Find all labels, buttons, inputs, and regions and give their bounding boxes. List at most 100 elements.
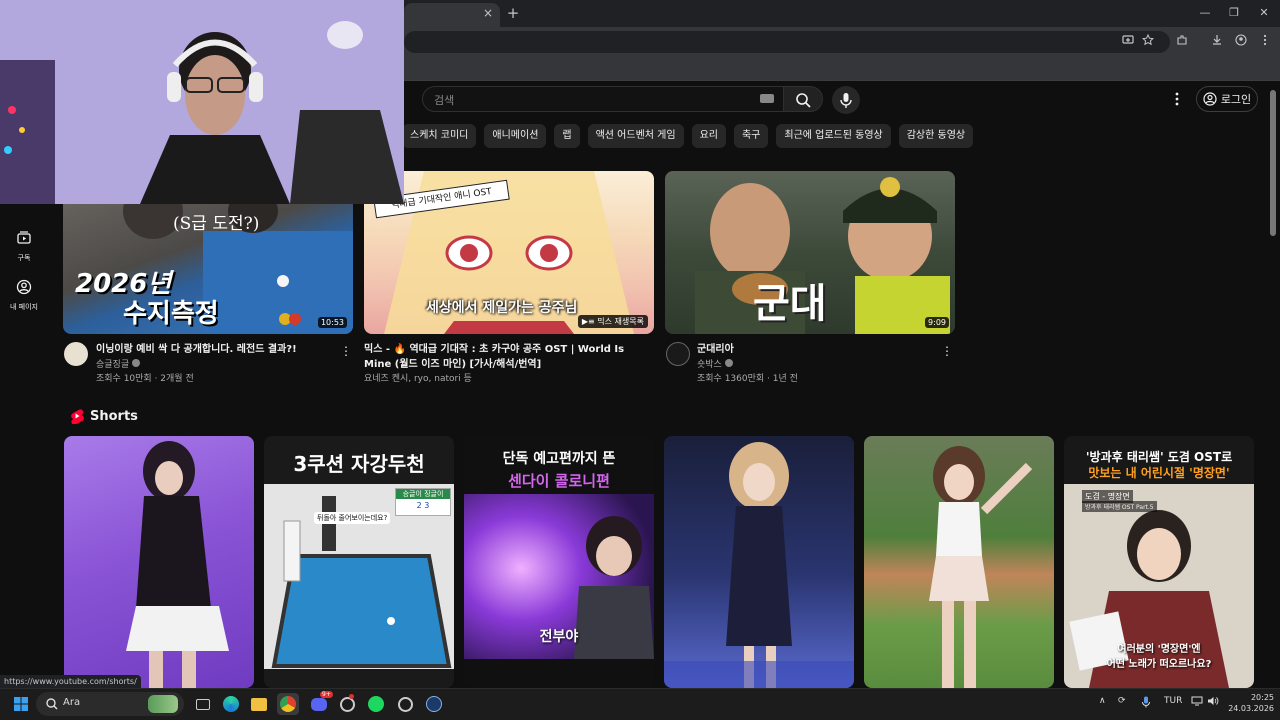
sidebar-label-my-page: 내 페이지 bbox=[10, 303, 38, 311]
volume-icon[interactable] bbox=[1207, 696, 1219, 709]
video-thumbnail[interactable]: 역대급 기대작인 애니 OST 세상에서 제일가는 공주님 ▶≡ 믹스 재생목록 bbox=[364, 171, 654, 334]
chip-watched[interactable]: 감상한 동영상 bbox=[898, 124, 974, 148]
search-highlight-image bbox=[148, 695, 178, 713]
network-icon[interactable] bbox=[1191, 696, 1203, 709]
short-card[interactable]: '방과후 태리쌤' 도겸 OST로 맛보는 내 어린시절 '명장면' 도겸 - … bbox=[1064, 436, 1254, 688]
short-caption: 전부야 bbox=[539, 629, 579, 645]
webcam-overlay bbox=[0, 0, 404, 204]
taskbar-search-text: Ara bbox=[63, 697, 81, 708]
taskbar-search[interactable] bbox=[36, 692, 184, 716]
steam-icon[interactable] bbox=[423, 693, 445, 715]
page-scrollbar[interactable] bbox=[1270, 90, 1276, 236]
video-meta: 조회수 1360만회 · 1년 전 bbox=[697, 374, 798, 384]
video-meta: 조회수 10만회 · 2개월 전 bbox=[96, 374, 194, 384]
channel-name-text: 승글징글 bbox=[96, 360, 130, 370]
browser-menu-icon[interactable] bbox=[1256, 33, 1274, 51]
short-caption-2: 어떤 노래가 떠오르나요? bbox=[1106, 659, 1212, 670]
chip-cooking[interactable]: 요리 bbox=[691, 124, 726, 148]
mix-icon: ▶≡ bbox=[581, 317, 598, 326]
chip-rap[interactable]: 랩 bbox=[554, 124, 580, 148]
shorts-title: Shorts bbox=[90, 408, 138, 424]
channel-name[interactable]: 승글징글 bbox=[96, 358, 140, 372]
tab-close-icon[interactable]: × bbox=[480, 5, 496, 21]
extensions-icon[interactable] bbox=[1173, 33, 1191, 51]
video-thumbnail[interactable]: 군대 9:09 bbox=[665, 171, 955, 334]
chip-animation[interactable]: 애니메이션 bbox=[484, 124, 547, 148]
voice-search-button[interactable] bbox=[832, 86, 860, 114]
mic-icon bbox=[840, 93, 852, 108]
thumbnail-text: (S급 도전?) bbox=[173, 214, 260, 234]
obs-icon[interactable] bbox=[336, 693, 358, 715]
short-caption: 여러분의 '명장면'엔 bbox=[1117, 644, 1201, 655]
keyboard-language[interactable]: TUR bbox=[1164, 696, 1182, 706]
video-title[interactable]: 군대리아 bbox=[697, 342, 937, 357]
tray-chevron-icon[interactable]: ∧ bbox=[1099, 696, 1106, 706]
chip-soccer[interactable]: 축구 bbox=[733, 124, 769, 148]
login-label: 로그인 bbox=[1220, 93, 1252, 106]
channel-name-text: 숏박스 bbox=[697, 360, 722, 370]
video-menu-icon[interactable]: ⋮ bbox=[340, 344, 352, 358]
search-input[interactable] bbox=[422, 86, 784, 112]
video-title[interactable]: 믹스 - 🔥 역대급 기대작 : 초 카구야 공주 OST | World Is… bbox=[364, 342, 646, 372]
scoreboard: 승글이 징글이 2 3 bbox=[395, 488, 451, 516]
sidebar-label-subscriptions: 구독 bbox=[17, 254, 31, 262]
verified-icon bbox=[724, 359, 733, 367]
microphone-icon[interactable] bbox=[1141, 696, 1151, 711]
file-explorer-icon[interactable] bbox=[248, 693, 270, 715]
short-card[interactable]: 단독 예고편까지 뜬 센다이 콜로니편 전부야 bbox=[464, 436, 654, 688]
shorts-icon bbox=[71, 409, 84, 424]
download-icon[interactable] bbox=[1208, 33, 1226, 51]
shorts-header: Shorts bbox=[70, 408, 138, 424]
video-duration: 9:09 bbox=[925, 317, 949, 328]
login-button[interactable]: 로그인 bbox=[1196, 86, 1258, 112]
video-title[interactable]: 이닝이랑 예비 싹 다 공개합니다. 레전드 결과?! bbox=[96, 342, 336, 357]
video-menu-icon[interactable]: ⋮ bbox=[941, 344, 953, 358]
chip-recently-uploaded[interactable]: 최근에 업로드된 동영상 bbox=[776, 124, 891, 148]
profile-icon[interactable] bbox=[1232, 33, 1250, 51]
windows-start-icon[interactable] bbox=[10, 693, 32, 715]
account-icon bbox=[1203, 92, 1217, 106]
sidebar-item-subscriptions[interactable]: 구독 bbox=[0, 230, 48, 263]
minimize-button[interactable]: — bbox=[1194, 4, 1216, 22]
sync-icon[interactable]: ⟳ bbox=[1118, 696, 1126, 706]
bookmark-star-icon[interactable] bbox=[1139, 33, 1157, 51]
task-view-icon[interactable] bbox=[192, 693, 214, 715]
short-tag-2: 방과후 태리쌤 OST Part.5 bbox=[1082, 501, 1157, 512]
clock-time[interactable]: 20:25 bbox=[1246, 693, 1274, 702]
short-subtitle: 뒤돌아 줄어보이는데요? bbox=[314, 512, 391, 524]
channel-name[interactable]: 숏박스 bbox=[697, 358, 733, 372]
spotify-icon[interactable] bbox=[365, 693, 387, 715]
search-icon bbox=[46, 698, 58, 710]
short-card[interactable] bbox=[64, 436, 254, 688]
short-card[interactable] bbox=[664, 436, 854, 688]
discord-icon[interactable]: 9+ bbox=[308, 691, 333, 715]
chip-action-adventure[interactable]: 액션 어드벤처 게임 bbox=[587, 124, 684, 148]
scoreboard-score: 2 3 bbox=[416, 501, 430, 510]
sidebar-item-my-page[interactable]: 내 페이지 bbox=[0, 279, 48, 312]
video-duration: 10:53 bbox=[317, 317, 347, 328]
address-bar[interactable] bbox=[404, 31, 1170, 53]
app-icon[interactable] bbox=[394, 693, 416, 715]
thumbnail-text: 군대 bbox=[753, 281, 827, 327]
scoreboard-title: 승글이 징글이 bbox=[396, 489, 450, 499]
notification-dot bbox=[349, 694, 354, 699]
edge-icon[interactable] bbox=[220, 693, 242, 715]
close-window-button[interactable]: ✕ bbox=[1253, 4, 1275, 22]
install-app-icon[interactable] bbox=[1119, 33, 1137, 51]
verified-icon bbox=[132, 359, 140, 367]
new-tab-button[interactable]: + bbox=[504, 4, 522, 22]
chip-sketch-comedy[interactable]: 스케치 코미디 bbox=[402, 124, 477, 148]
search-button[interactable] bbox=[783, 86, 823, 112]
channel-name[interactable]: 요네즈 켄시, ryo, natori 등 bbox=[364, 372, 472, 386]
search-placeholder: 검색 bbox=[434, 94, 455, 107]
keyboard-icon[interactable] bbox=[760, 94, 774, 103]
short-card[interactable]: 3쿠션 자강두천 뒤돌아 줄어보이는데요? 승글이 징글이 2 3 bbox=[264, 436, 454, 688]
more-vert-icon[interactable] bbox=[1168, 90, 1186, 108]
short-card[interactable] bbox=[864, 436, 1054, 688]
chrome-icon[interactable] bbox=[277, 693, 299, 715]
channel-avatar[interactable] bbox=[64, 342, 88, 366]
mix-playlist-badge: ▶≡ 믹스 재생목록 bbox=[577, 315, 648, 328]
clock-date[interactable]: 24.03.2026 bbox=[1226, 704, 1274, 713]
restore-button[interactable]: ❐ bbox=[1223, 4, 1245, 22]
channel-avatar[interactable] bbox=[666, 342, 690, 366]
